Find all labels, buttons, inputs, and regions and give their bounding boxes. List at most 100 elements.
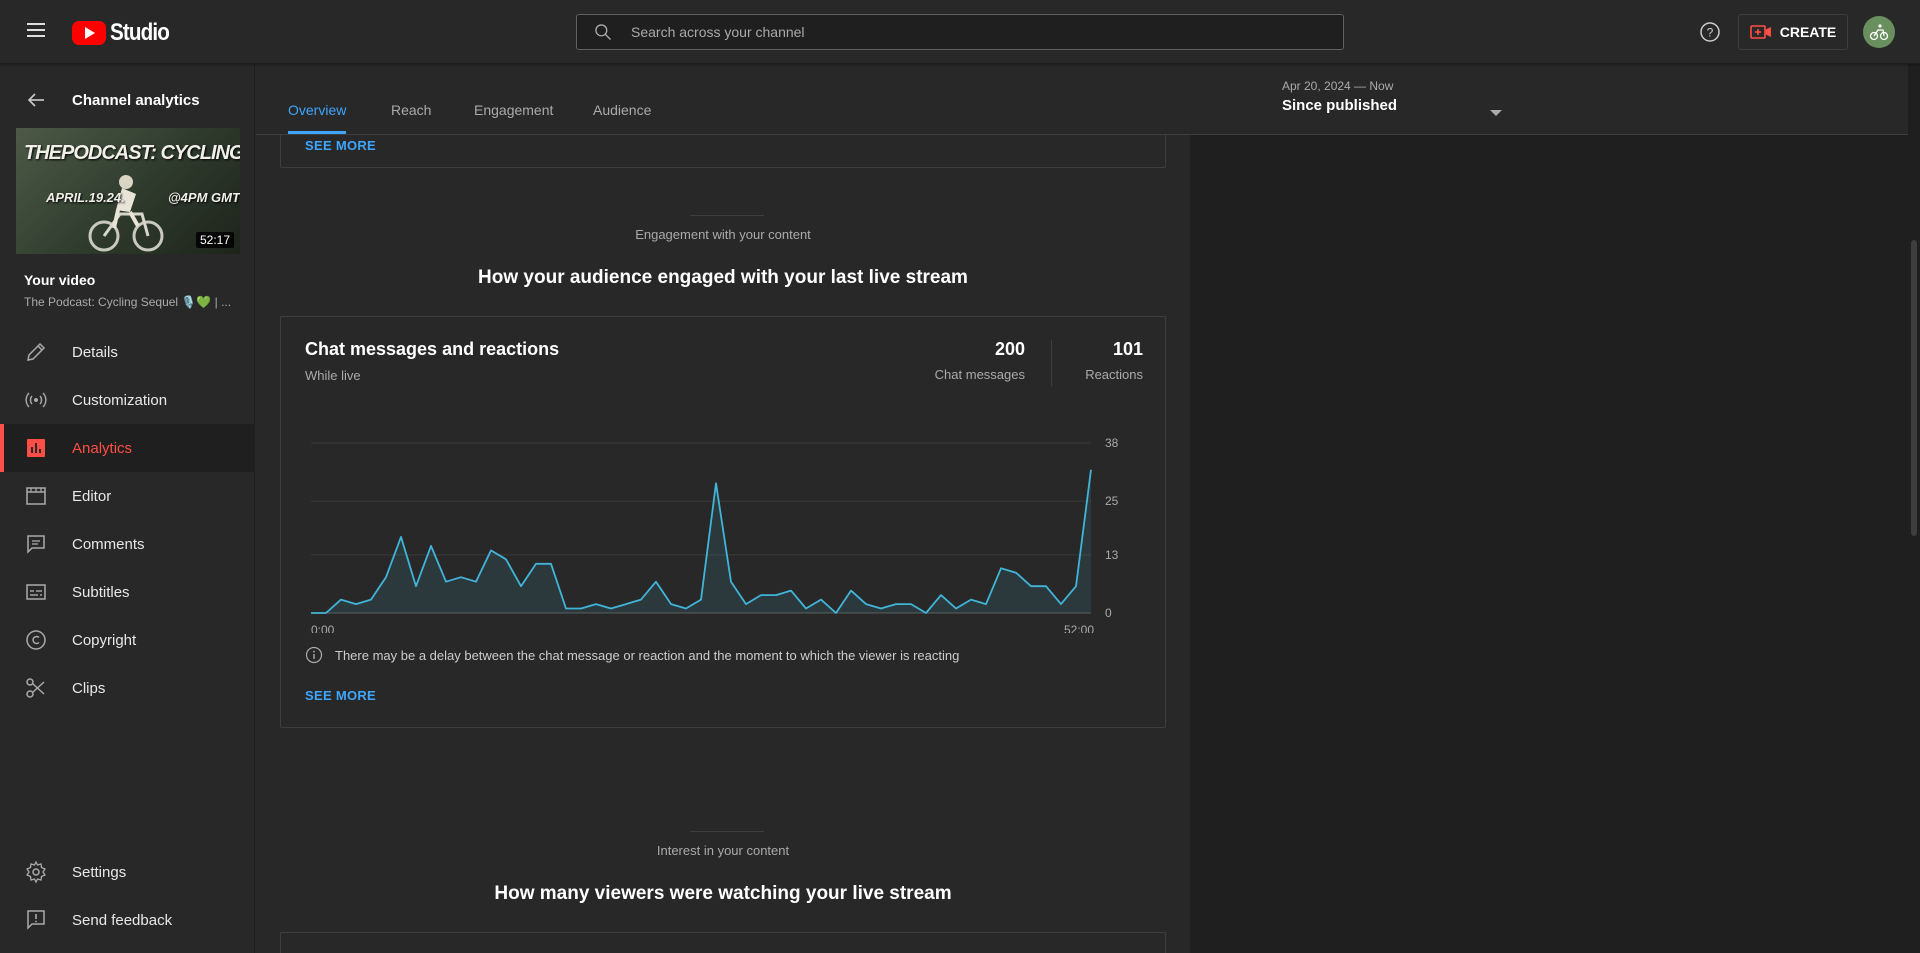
chart-point[interactable] — [802, 605, 810, 613]
search-icon — [595, 24, 611, 40]
sidebar-item-clips[interactable]: Clips — [0, 664, 255, 712]
chart-point[interactable] — [937, 591, 945, 599]
tab-engagement[interactable]: Engagement — [474, 102, 553, 118]
chart-point[interactable] — [712, 479, 720, 487]
chart-point[interactable] — [517, 582, 525, 590]
chart-point[interactable] — [817, 596, 825, 604]
menu-icon[interactable] — [24, 20, 48, 44]
chart-point[interactable] — [487, 546, 495, 554]
tab-reach[interactable]: Reach — [391, 102, 431, 118]
sidebar-item-details[interactable]: Details — [0, 328, 255, 376]
back-to-channel-analytics[interactable]: Channel analytics — [0, 82, 255, 118]
chart-point[interactable] — [997, 564, 1005, 572]
chart-point[interactable] — [427, 542, 435, 550]
chat-activity-chart[interactable]: 38 25 13 0 0:00 52:00 — [301, 413, 1151, 633]
copyright-icon — [26, 630, 46, 650]
chart-point[interactable] — [1087, 466, 1095, 474]
chart-point[interactable] — [1012, 569, 1020, 577]
chart-point[interactable] — [472, 578, 480, 586]
sidebar-item-editor[interactable]: Editor — [0, 472, 255, 520]
chart-point[interactable] — [502, 555, 510, 563]
create-button[interactable]: CREATE — [1738, 14, 1848, 50]
chart-point[interactable] — [952, 605, 960, 613]
see-more-link[interactable]: SEE MORE — [305, 138, 376, 153]
chart-point[interactable] — [787, 587, 795, 595]
cyclist-icon — [1869, 24, 1889, 41]
help-icon[interactable]: ? — [1698, 20, 1722, 44]
sidebar-item-comments[interactable]: Comments — [0, 520, 255, 568]
chart-point[interactable] — [907, 600, 915, 608]
chart-point[interactable] — [742, 600, 750, 608]
x-tick-label-start: 0:00 — [311, 623, 335, 633]
sidebar-item-label: Clips — [72, 679, 106, 697]
chart-point[interactable] — [1027, 582, 1035, 590]
pencil-icon — [27, 342, 46, 361]
sidebar: Channel analytics THEPODCAST: CYCLINGSEQ… — [0, 64, 255, 953]
chart-point[interactable] — [577, 605, 585, 613]
account-avatar[interactable] — [1863, 16, 1895, 48]
chart-point[interactable] — [382, 573, 390, 581]
sidebar-item-label: Settings — [72, 863, 127, 881]
see-more-link[interactable]: SEE MORE — [305, 688, 376, 703]
chart-point[interactable] — [532, 560, 540, 568]
chart-point[interactable] — [697, 596, 705, 604]
chart-point[interactable] — [832, 609, 840, 617]
date-range-selector[interactable]: Apr 20, 2024 — Now Since published — [1282, 79, 1512, 116]
sidebar-item-settings[interactable]: Settings — [0, 848, 255, 896]
sidebar-item-analytics[interactable]: Analytics — [0, 424, 255, 472]
chart-point[interactable] — [847, 587, 855, 595]
chart-point[interactable] — [547, 560, 555, 568]
chart-point[interactable] — [337, 596, 345, 604]
chart-point[interactable] — [607, 605, 615, 613]
comment-icon — [27, 535, 45, 554]
dropdown-caret-icon — [1490, 110, 1502, 116]
back-arrow-icon — [27, 93, 44, 107]
tab-overview[interactable]: Overview — [288, 102, 346, 118]
chart-point[interactable] — [892, 600, 900, 608]
chart-point[interactable] — [562, 605, 570, 613]
create-label: CREATE — [1779, 24, 1837, 40]
chart-point[interactable] — [682, 605, 690, 613]
chart-point[interactable] — [1072, 582, 1080, 590]
chart-point[interactable] — [637, 596, 645, 604]
chart-point[interactable] — [592, 600, 600, 608]
chart-point[interactable] — [397, 533, 405, 541]
chart-point[interactable] — [922, 609, 930, 617]
chart-point[interactable] — [862, 600, 870, 608]
chart-point[interactable] — [352, 600, 360, 608]
tab-audience[interactable]: Audience — [593, 102, 651, 118]
scrollbar-thumb[interactable] — [1911, 240, 1917, 536]
chart-point[interactable] — [1057, 600, 1065, 608]
chart-point[interactable] — [307, 609, 315, 617]
card-subtitle: While live — [305, 368, 361, 383]
sidebar-item-customization[interactable]: Customization — [0, 376, 255, 424]
section-divider — [690, 831, 764, 832]
metric-value: 101 — [1112, 339, 1143, 359]
search-input[interactable] — [631, 24, 1343, 40]
chart-point[interactable] — [772, 591, 780, 599]
sidebar-item-subtitles[interactable]: Subtitles — [0, 568, 255, 616]
sidebar-item-label: Send feedback — [72, 911, 173, 929]
chart-point[interactable] — [1042, 582, 1050, 590]
video-title[interactable]: The Podcast: Cycling Sequel 🎙️💚 | ... — [24, 295, 234, 309]
chart-point[interactable] — [982, 600, 990, 608]
chart-point[interactable] — [367, 596, 375, 604]
chart-point[interactable] — [967, 596, 975, 604]
page-scrollbar[interactable] — [1908, 64, 1920, 953]
chart-point[interactable] — [877, 605, 885, 613]
chart-point[interactable] — [652, 578, 660, 586]
chart-point[interactable] — [667, 600, 675, 608]
sidebar-item-copyright[interactable]: Copyright — [0, 616, 255, 664]
search-bar[interactable] — [576, 14, 1344, 50]
chart-point[interactable] — [457, 573, 465, 581]
studio-logo[interactable]: Studio — [72, 19, 179, 47]
analytics-icon — [27, 439, 45, 457]
video-thumbnail[interactable]: THEPODCAST: CYCLINGSEQUEL APRIL.19.24. @… — [16, 128, 240, 254]
chart-point[interactable] — [622, 600, 630, 608]
chart-point[interactable] — [727, 578, 735, 586]
chart-point[interactable] — [757, 591, 765, 599]
chart-point[interactable] — [322, 609, 330, 617]
sidebar-item-send-feedback[interactable]: Send feedback — [0, 896, 255, 944]
chart-point[interactable] — [412, 582, 420, 590]
chart-point[interactable] — [442, 578, 450, 586]
